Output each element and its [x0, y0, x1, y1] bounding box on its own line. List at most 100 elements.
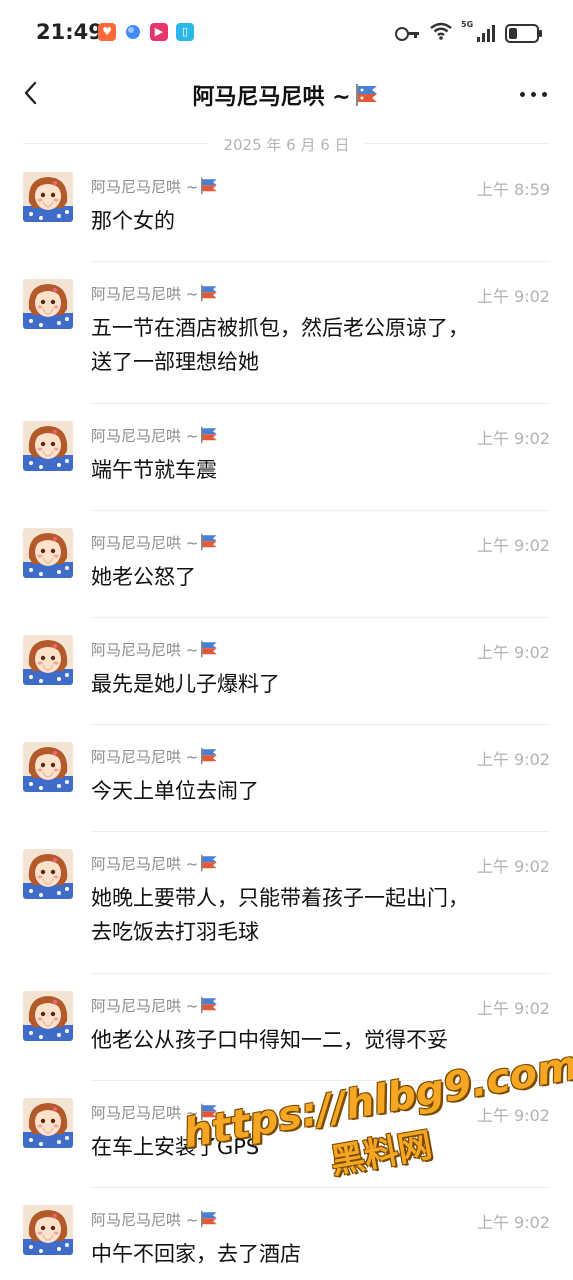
message-separator: [91, 973, 550, 974]
message-time: 上午 9:02: [476, 750, 550, 769]
fish-flag-icon: [200, 177, 220, 199]
sender-name: 阿马尼马尼哄 ~: [91, 639, 220, 662]
fish-flag-icon: [200, 854, 220, 876]
message-line: 他老公从孩子口中得知一二，觉得不妥: [91, 1028, 448, 1052]
fish-flag-icon: [200, 996, 220, 1018]
message-body[interactable]: 最先是她儿子爆料了: [91, 667, 541, 701]
message-separator: [91, 510, 550, 511]
message-time: 上午 9:02: [476, 1213, 550, 1232]
chat-title-text: 阿马尼马尼哄 ~: [192, 85, 351, 110]
status-bar: 21:49 ♥ ▶ ▯ 5G: [0, 0, 573, 64]
message-separator: [91, 724, 550, 725]
wifi-icon: [429, 22, 453, 44]
fish-flag-icon: [200, 640, 220, 662]
message-body[interactable]: 今天上单位去闹了: [91, 774, 541, 808]
avatar[interactable]: [23, 1098, 73, 1148]
message-line: 她老公怒了: [91, 565, 196, 589]
message-separator: [91, 831, 550, 832]
sender-name: 阿马尼马尼哄 ~: [91, 283, 220, 306]
message-time: 上午 9:02: [476, 429, 550, 448]
avatar[interactable]: [23, 279, 73, 329]
sender-name-text: 阿马尼马尼哄 ~: [91, 997, 199, 1015]
fish-flag-icon: [200, 426, 220, 448]
sender-name: 阿马尼马尼哄 ~: [91, 176, 220, 199]
message-time: 上午 9:02: [476, 857, 550, 876]
more-dots-icon: [520, 92, 525, 97]
message-line: 最先是她儿子爆料了: [91, 672, 280, 696]
video-play-app-icon: ▶: [150, 23, 168, 41]
message-line: 在车上安装了GPS: [91, 1135, 260, 1159]
message-time: 上午 9:02: [476, 643, 550, 662]
fish-flag-icon: [200, 1103, 220, 1125]
sender-name-text: 阿马尼马尼哄 ~: [91, 178, 199, 196]
message-body[interactable]: 中午不回家，去了酒店: [91, 1237, 541, 1271]
status-time: 21:49: [36, 20, 103, 44]
avatar[interactable]: [23, 849, 73, 899]
message-body[interactable]: 端午节就车震: [91, 453, 541, 487]
avatar[interactable]: [23, 172, 73, 222]
message-time: 上午 9:02: [476, 999, 550, 1018]
fish-flag-icon: [355, 83, 381, 113]
fish-flag-icon: [200, 1210, 220, 1232]
fish-flag-icon: [200, 747, 220, 769]
more-button[interactable]: [520, 92, 547, 97]
message-line: 去吃饭去打羽毛球: [91, 920, 259, 944]
message-separator: [91, 1187, 550, 1188]
blue-dot-app-icon: [124, 23, 142, 41]
message-separator: [91, 1080, 550, 1081]
message-body[interactable]: 在车上安装了GPS: [91, 1130, 541, 1164]
message-body[interactable]: 她老公怒了: [91, 560, 541, 594]
sender-name-text: 阿马尼马尼哄 ~: [91, 427, 199, 445]
network-label: 5G: [461, 20, 474, 29]
date-divider: 2025 年 6 月 6 日: [0, 132, 573, 154]
avatar[interactable]: [23, 742, 73, 792]
message-time: 上午 9:02: [476, 287, 550, 306]
sender-name-text: 阿马尼马尼哄 ~: [91, 641, 199, 659]
sender-name: 阿马尼马尼哄 ~: [91, 425, 220, 448]
sender-name-text: 阿马尼马尼哄 ~: [91, 748, 199, 766]
sender-name: 阿马尼马尼哄 ~: [91, 1102, 220, 1125]
sender-name-text: 阿马尼马尼哄 ~: [91, 1211, 199, 1229]
key-icon: [395, 27, 419, 41]
message-body[interactable]: 她晚上要带人，只能带着孩子一起出门， 去吃饭去打羽毛球: [91, 881, 541, 949]
message-body[interactable]: 五一节在酒店被抓包，然后老公原谅了， 送了一部理想给她: [91, 311, 541, 379]
sender-name: 阿马尼马尼哄 ~: [91, 532, 220, 555]
heart-app-icon: ♥: [98, 23, 116, 41]
sender-name-text: 阿马尼马尼哄 ~: [91, 855, 199, 873]
message-separator: [91, 261, 550, 262]
message-line: 端午节就车震: [91, 458, 217, 482]
message-line: 五一节在酒店被抓包，然后老公原谅了，: [91, 316, 469, 340]
book-app-icon: ▯: [176, 23, 194, 41]
sender-name: 阿马尼马尼哄 ~: [91, 995, 220, 1018]
signal-icon: 5G: [461, 20, 495, 42]
fish-flag-icon: [200, 284, 220, 306]
avatar[interactable]: [23, 1205, 73, 1255]
avatar[interactable]: [23, 991, 73, 1041]
message-time: 上午 8:59: [476, 180, 550, 199]
avatar[interactable]: [23, 421, 73, 471]
avatar[interactable]: [23, 635, 73, 685]
message-line: 今天上单位去闹了: [91, 779, 259, 803]
message-separator: [91, 403, 550, 404]
sender-name: 阿马尼马尼哄 ~: [91, 1209, 220, 1232]
chat-header: 阿马尼马尼哄 ~: [0, 64, 573, 124]
fish-flag-icon: [200, 533, 220, 555]
message-time: 上午 9:02: [476, 1106, 550, 1125]
sender-name-text: 阿马尼马尼哄 ~: [91, 534, 199, 552]
message-time: 上午 9:02: [476, 536, 550, 555]
message-separator: [91, 617, 550, 618]
message-body[interactable]: 那个女的: [91, 204, 541, 238]
chat-title: 阿马尼马尼哄 ~: [0, 79, 573, 113]
avatar[interactable]: [23, 528, 73, 578]
message-body[interactable]: 他老公从孩子口中得知一二，觉得不妥: [91, 1023, 541, 1057]
message-line: 她晚上要带人，只能带着孩子一起出门，: [91, 886, 469, 910]
message-line: 那个女的: [91, 209, 175, 233]
sender-name-text: 阿马尼马尼哄 ~: [91, 285, 199, 303]
sender-name: 阿马尼马尼哄 ~: [91, 746, 220, 769]
sender-name: 阿马尼马尼哄 ~: [91, 853, 220, 876]
battery-icon: [505, 23, 542, 43]
sender-name-text: 阿马尼马尼哄 ~: [91, 1104, 199, 1122]
message-line: 中午不回家，去了酒店: [91, 1242, 301, 1266]
message-line: 送了一部理想给她: [91, 350, 259, 374]
date-divider-text: 2025 年 6 月 6 日: [223, 136, 350, 154]
